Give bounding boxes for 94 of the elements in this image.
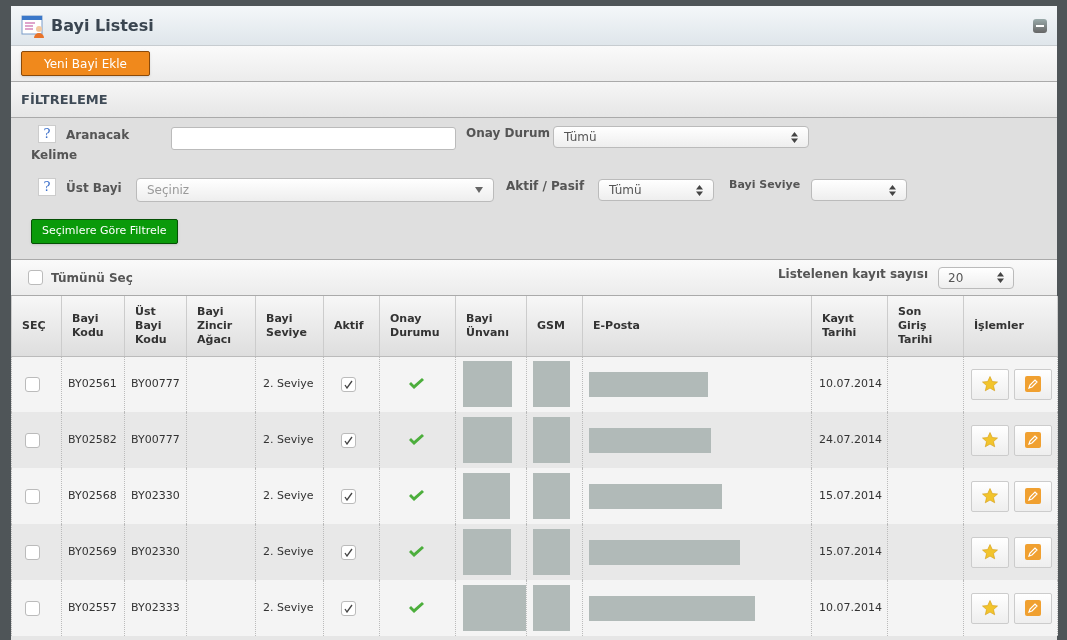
select-arrows-icon (997, 272, 1004, 283)
column-header: Aktif (334, 318, 365, 333)
star-icon (982, 488, 998, 504)
dealer-code: BY02569 (68, 544, 117, 558)
search-field[interactable] (171, 127, 456, 150)
redacted-block (533, 529, 570, 575)
favorite-button[interactable] (971, 480, 1009, 512)
column-header: E-Posta (593, 318, 641, 333)
field-label: Aranacak (66, 127, 130, 144)
column-header: Bayi Seviye (266, 311, 308, 340)
dealer-level: 2. Seviye (263, 600, 314, 614)
help-icon[interactable]: ? (38, 178, 56, 196)
active-select[interactable]: Tümü (598, 179, 714, 201)
favorite-button[interactable] (971, 536, 1009, 568)
edit-button[interactable] (1014, 536, 1052, 568)
registration-date: 15.07.2014 (819, 544, 882, 558)
registration-date: 24.07.2014 (819, 432, 882, 446)
select-all-checkbox[interactable] (28, 270, 43, 285)
field-label: Onay Durum (466, 125, 550, 142)
level-select[interactable] (811, 179, 907, 201)
redacted-block (533, 473, 570, 519)
edit-button[interactable] (1014, 480, 1052, 512)
pencil-icon (1025, 600, 1041, 616)
star-icon (982, 432, 998, 448)
redacted-block (463, 529, 511, 575)
edit-button[interactable] (1014, 592, 1052, 624)
redacted-block (463, 473, 510, 519)
user-list-icon (21, 13, 45, 38)
star-icon (982, 376, 998, 393)
row-checkbox[interactable] (25, 544, 40, 560)
parent-dealer-select[interactable]: Seçiniz (136, 178, 494, 202)
column-header: İşlemler (974, 318, 1025, 333)
checkbox-label: Tümünü Seç (51, 269, 133, 287)
favorite-button[interactable] (971, 368, 1009, 400)
dealer-code: BY02561 (68, 377, 117, 390)
parent-dealer-code: BY02330 (131, 544, 180, 558)
select-arrows-icon (889, 184, 896, 196)
dealer-level: 2. Seviye (263, 488, 314, 502)
registration-date: 10.07.2014 (819, 377, 882, 390)
dealer-code: BY02568 (68, 488, 117, 502)
redacted-block (533, 361, 570, 408)
redacted-block (463, 417, 512, 463)
registration-date: 10.07.2014 (819, 600, 882, 614)
column-header: Son Giriş Tarihi (898, 304, 934, 347)
dealer-level: 2. Seviye (263, 377, 314, 390)
dropdown-arrow-icon (475, 187, 483, 193)
column-header: Kayıt Tarihi (822, 311, 858, 340)
row-checkbox[interactable] (25, 488, 40, 504)
pencil-icon (1025, 544, 1041, 560)
column-header: Bayi Ünvanı (466, 311, 510, 340)
column-header: Üst Bayi Kodu (135, 304, 168, 347)
favorite-button[interactable] (971, 592, 1009, 624)
edit-button[interactable] (1014, 424, 1052, 456)
pencil-icon (1025, 432, 1041, 448)
dealer-level: 2. Seviye (263, 544, 314, 558)
favorite-button[interactable] (971, 424, 1009, 456)
column-header: SEÇ (22, 318, 47, 333)
count-label: Listelenen kayıt sayısı (777, 265, 928, 283)
star-icon (982, 544, 998, 560)
dealer-code: BY02582 (68, 432, 117, 446)
parent-dealer-code: BY02333 (131, 600, 180, 614)
registration-date: 15.07.2014 (819, 488, 882, 502)
parent-dealer-code: BY00777 (131, 432, 180, 446)
help-icon[interactable]: ? (38, 125, 56, 143)
redacted-block (533, 417, 570, 463)
section-title: FİLTRELEME (21, 90, 108, 109)
field-label: Üst Bayi (66, 179, 122, 197)
pencil-icon (1025, 488, 1041, 504)
row-checkbox[interactable] (25, 432, 40, 448)
dealer-code: BY02557 (68, 600, 117, 614)
pencil-icon (1025, 376, 1041, 393)
window-title: Bayi Listesi (51, 14, 154, 37)
collapse-button[interactable] (1033, 18, 1047, 33)
approval-select[interactable]: Tümü (553, 126, 809, 148)
dealer-level: 2. Seviye (263, 432, 314, 446)
column-header: Onay Durumu (390, 311, 441, 340)
filter-button[interactable]: Seçimlere Göre Filtrele (31, 219, 178, 244)
row-checkbox[interactable] (25, 600, 40, 616)
field-label: Kelime (31, 147, 78, 164)
column-header: GSM (537, 318, 566, 333)
select-arrows-icon (696, 184, 703, 196)
field-label: Bayi Seviye (729, 177, 801, 193)
select-arrows-icon (791, 131, 798, 143)
star-icon (982, 600, 998, 616)
column-header: Bayi Kodu (72, 311, 105, 340)
redacted-block (533, 585, 570, 631)
column-header: Bayi Zincir Ağacı (197, 304, 234, 347)
field-label: Aktif / Pasif (506, 178, 585, 195)
page-size-select[interactable]: 20 (938, 266, 1014, 289)
row-checkbox[interactable] (25, 376, 40, 392)
parent-dealer-code: BY00777 (131, 377, 180, 390)
parent-dealer-code: BY02330 (131, 488, 180, 502)
redacted-block (463, 361, 512, 408)
edit-button[interactable] (1014, 368, 1052, 400)
